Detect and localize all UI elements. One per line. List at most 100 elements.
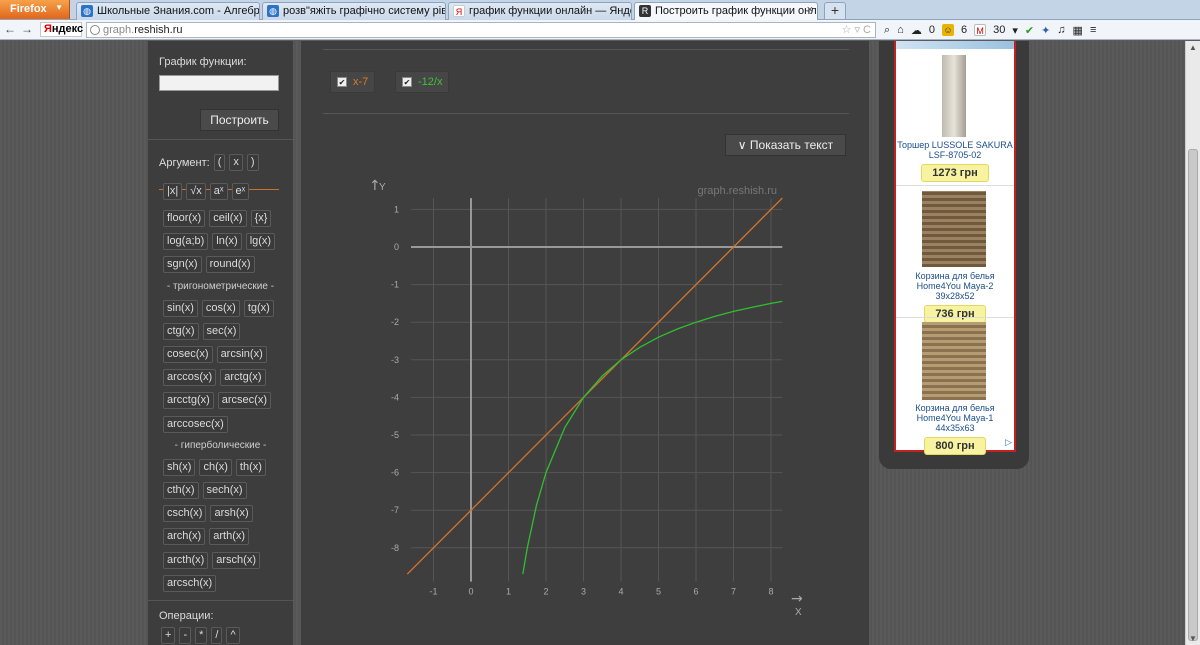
home-icon[interactable]: ⌂ [897,24,904,36]
mail-icon[interactable]: M [974,24,987,36]
tab-reshish-active[interactable]: R Построить график функции онлайн × [634,2,818,20]
tab-bar: Firefox ▼ ◍ Школьные Знания.com - Алгебр… [0,0,1200,20]
fn-button-arccosecx[interactable]: arccosec(x) [163,415,228,433]
fn-button-arcschx[interactable]: arcsch(x) [163,574,217,592]
fn-button-ceilx[interactable]: ceil(x) [209,210,247,227]
fn-button-arthx[interactable]: arth(x) [209,528,250,546]
basic-row: floor(x) ceil(x) {x} [163,210,272,227]
y-tick-label: -5 [391,430,399,440]
op-button-2[interactable]: * [195,627,208,644]
fn-button-chx[interactable]: ch(x) [199,458,232,476]
op-button-1[interactable]: - [179,627,192,644]
fn-button-archx[interactable]: arch(x) [163,528,206,546]
bookmark-star-icon[interactable]: ☆ ▿ C [842,23,871,36]
divider [148,139,293,140]
fn-button-logab[interactable]: log(a;b) [163,233,209,251]
checkmark-icon[interactable]: ✔ [1025,24,1034,37]
fn-button-roundx[interactable]: round(x) [205,256,255,274]
fn-button-arcsecx[interactable]: arcsec(x) [217,392,272,410]
ad-item-basket-2[interactable]: Корзина для белья Home4You Maya-2 39x28x… [896,271,1014,323]
scrollbar-thumb[interactable] [1188,149,1198,641]
fn-button-arshx[interactable]: arsh(x) [210,505,253,523]
forward-arrow-icon[interactable]: → [21,22,33,36]
fn-button-cosecx[interactable]: cosec(x) [163,346,213,363]
tab-label: график функции онлайн — Яндекс: ... [469,5,631,17]
series-line-1 [522,300,783,575]
fn-button-lgx[interactable]: lg(x) [245,233,276,251]
exp-button[interactable]: eˣ [231,183,250,200]
tab-label: Построить график функции онлайн [655,5,818,17]
open-paren-button[interactable]: ( [213,154,226,171]
close-paren-button[interactable]: ) [246,154,259,171]
hyp-row: cth(x) sech(x) [163,482,247,499]
adchoices-icon[interactable]: ▷ [1005,437,1012,448]
fn-button-x[interactable]: {x} [250,210,272,227]
scroll-down-arrow-icon[interactable]: ▼ [1189,634,1197,643]
yandex-logo[interactable]: Яндекс [40,22,83,37]
y-tick-label: -6 [391,468,399,478]
firefox-menu-button[interactable]: Firefox ▼ [0,0,70,19]
fn-button-arcctgx[interactable]: arcctg(x) [163,392,214,410]
fn-button-floorx[interactable]: floor(x) [163,210,206,227]
fn-button-lnx[interactable]: ln(x) [212,233,242,251]
laundry-basket-image[interactable] [922,191,986,267]
function-graph[interactable]: -1 0 1 2 3 4 5 6 7 810-1-2-3-4-5-6-7-8↑Y→Xgraph.r… [301,41,869,645]
fn-button-thx[interactable]: th(x) [235,458,266,476]
sqrt-button[interactable]: √x [186,183,206,200]
x-button[interactable]: x [229,154,243,171]
ad-price[interactable]: 800 грн [924,437,986,455]
fn-button-tgx[interactable]: tg(x) [243,299,274,317]
laundry-basket-image[interactable] [922,322,986,400]
url-bar[interactable]: graph.reshish.ru ☆ ▿ C [86,22,876,38]
menu-icon[interactable]: ≡ [1090,24,1096,36]
site-identity-icon[interactable] [90,25,100,35]
fn-button-cschx[interactable]: csch(x) [163,505,207,523]
y-tick-label: -2 [391,317,399,327]
tab-yandex-search[interactable]: Я график функции онлайн — Яндекс: ... [448,2,632,20]
close-icon[interactable]: × [807,4,813,16]
x-tick-label: 3 [581,587,586,597]
cloud-icon[interactable]: ☁ [911,24,922,37]
abs-button[interactable]: |x| [163,183,183,200]
fn-button-arccosx[interactable]: arccos(x) [163,369,217,387]
ad-price[interactable]: 736 грн [924,305,986,323]
chevron-down-icon[interactable]: ▾ [1012,24,1018,37]
new-tab-button[interactable]: + [824,2,846,19]
argument-label: Аргумент: [159,156,210,169]
bird-icon[interactable]: ✦ [1041,24,1050,37]
fn-button-sinx[interactable]: sin(x) [163,299,198,317]
ad-price[interactable]: 1273 грн [921,164,989,182]
reshish-icon: R [639,5,651,17]
tab-rozvyazhit[interactable]: ◍ розв"яжіть графічно систему рів... -..… [262,2,446,20]
ad-banner[interactable]: Торшер LUSSOLE SAKURA LSF-8705-02 1273 г… [894,41,1016,455]
ad-item-lamp[interactable]: Торшер LUSSOLE SAKURA LSF-8705-02 1273 г… [896,140,1014,182]
op-button-0[interactable]: + [161,627,176,644]
search-icon[interactable]: ⌕ [884,24,890,37]
fn-button-sgnx[interactable]: sgn(x) [163,256,202,274]
ad-item-basket-1[interactable]: Корзина для белья Home4You Maya-1 44x35x… [896,403,1014,455]
op-button-4[interactable]: ^ [226,627,240,644]
fn-button-secx[interactable]: sec(x) [202,322,241,340]
fn-button-cthx[interactable]: cth(x) [163,482,199,499]
power-button[interactable]: aˣ [209,183,228,200]
build-button[interactable]: Построить [200,109,279,131]
fn-button-sechx[interactable]: sech(x) [202,482,247,499]
music-icon[interactable]: ♫ [1057,24,1065,36]
smile-icon[interactable]: ☺ [941,24,954,36]
vertical-scrollbar[interactable]: ▲ ▼ [1185,41,1200,645]
fn-button-arcsinx[interactable]: arcsin(x) [216,346,267,363]
fn-button-arcthx[interactable]: arcth(x) [163,551,209,569]
fn-button-arschx[interactable]: arsch(x) [212,551,261,569]
calendar-icon[interactable]: ▦ [1073,24,1083,37]
op-button-3[interactable]: / [211,627,223,644]
function-input[interactable] [159,75,279,91]
tab-shkolnye-znaniya[interactable]: ◍ Школьные Знания.com - Алгебра [76,2,260,20]
back-arrow-icon[interactable]: ← [4,22,16,36]
x-axis-label: X [795,607,802,618]
fn-button-ctgx[interactable]: ctg(x) [163,322,199,340]
fn-button-arctgx[interactable]: arctg(x) [220,369,266,387]
fn-button-cosx[interactable]: cos(x) [201,299,240,317]
scroll-up-arrow-icon[interactable]: ▲ [1189,43,1197,52]
fn-button-shx[interactable]: sh(x) [163,458,196,476]
floor-lamp-image[interactable] [942,55,966,137]
